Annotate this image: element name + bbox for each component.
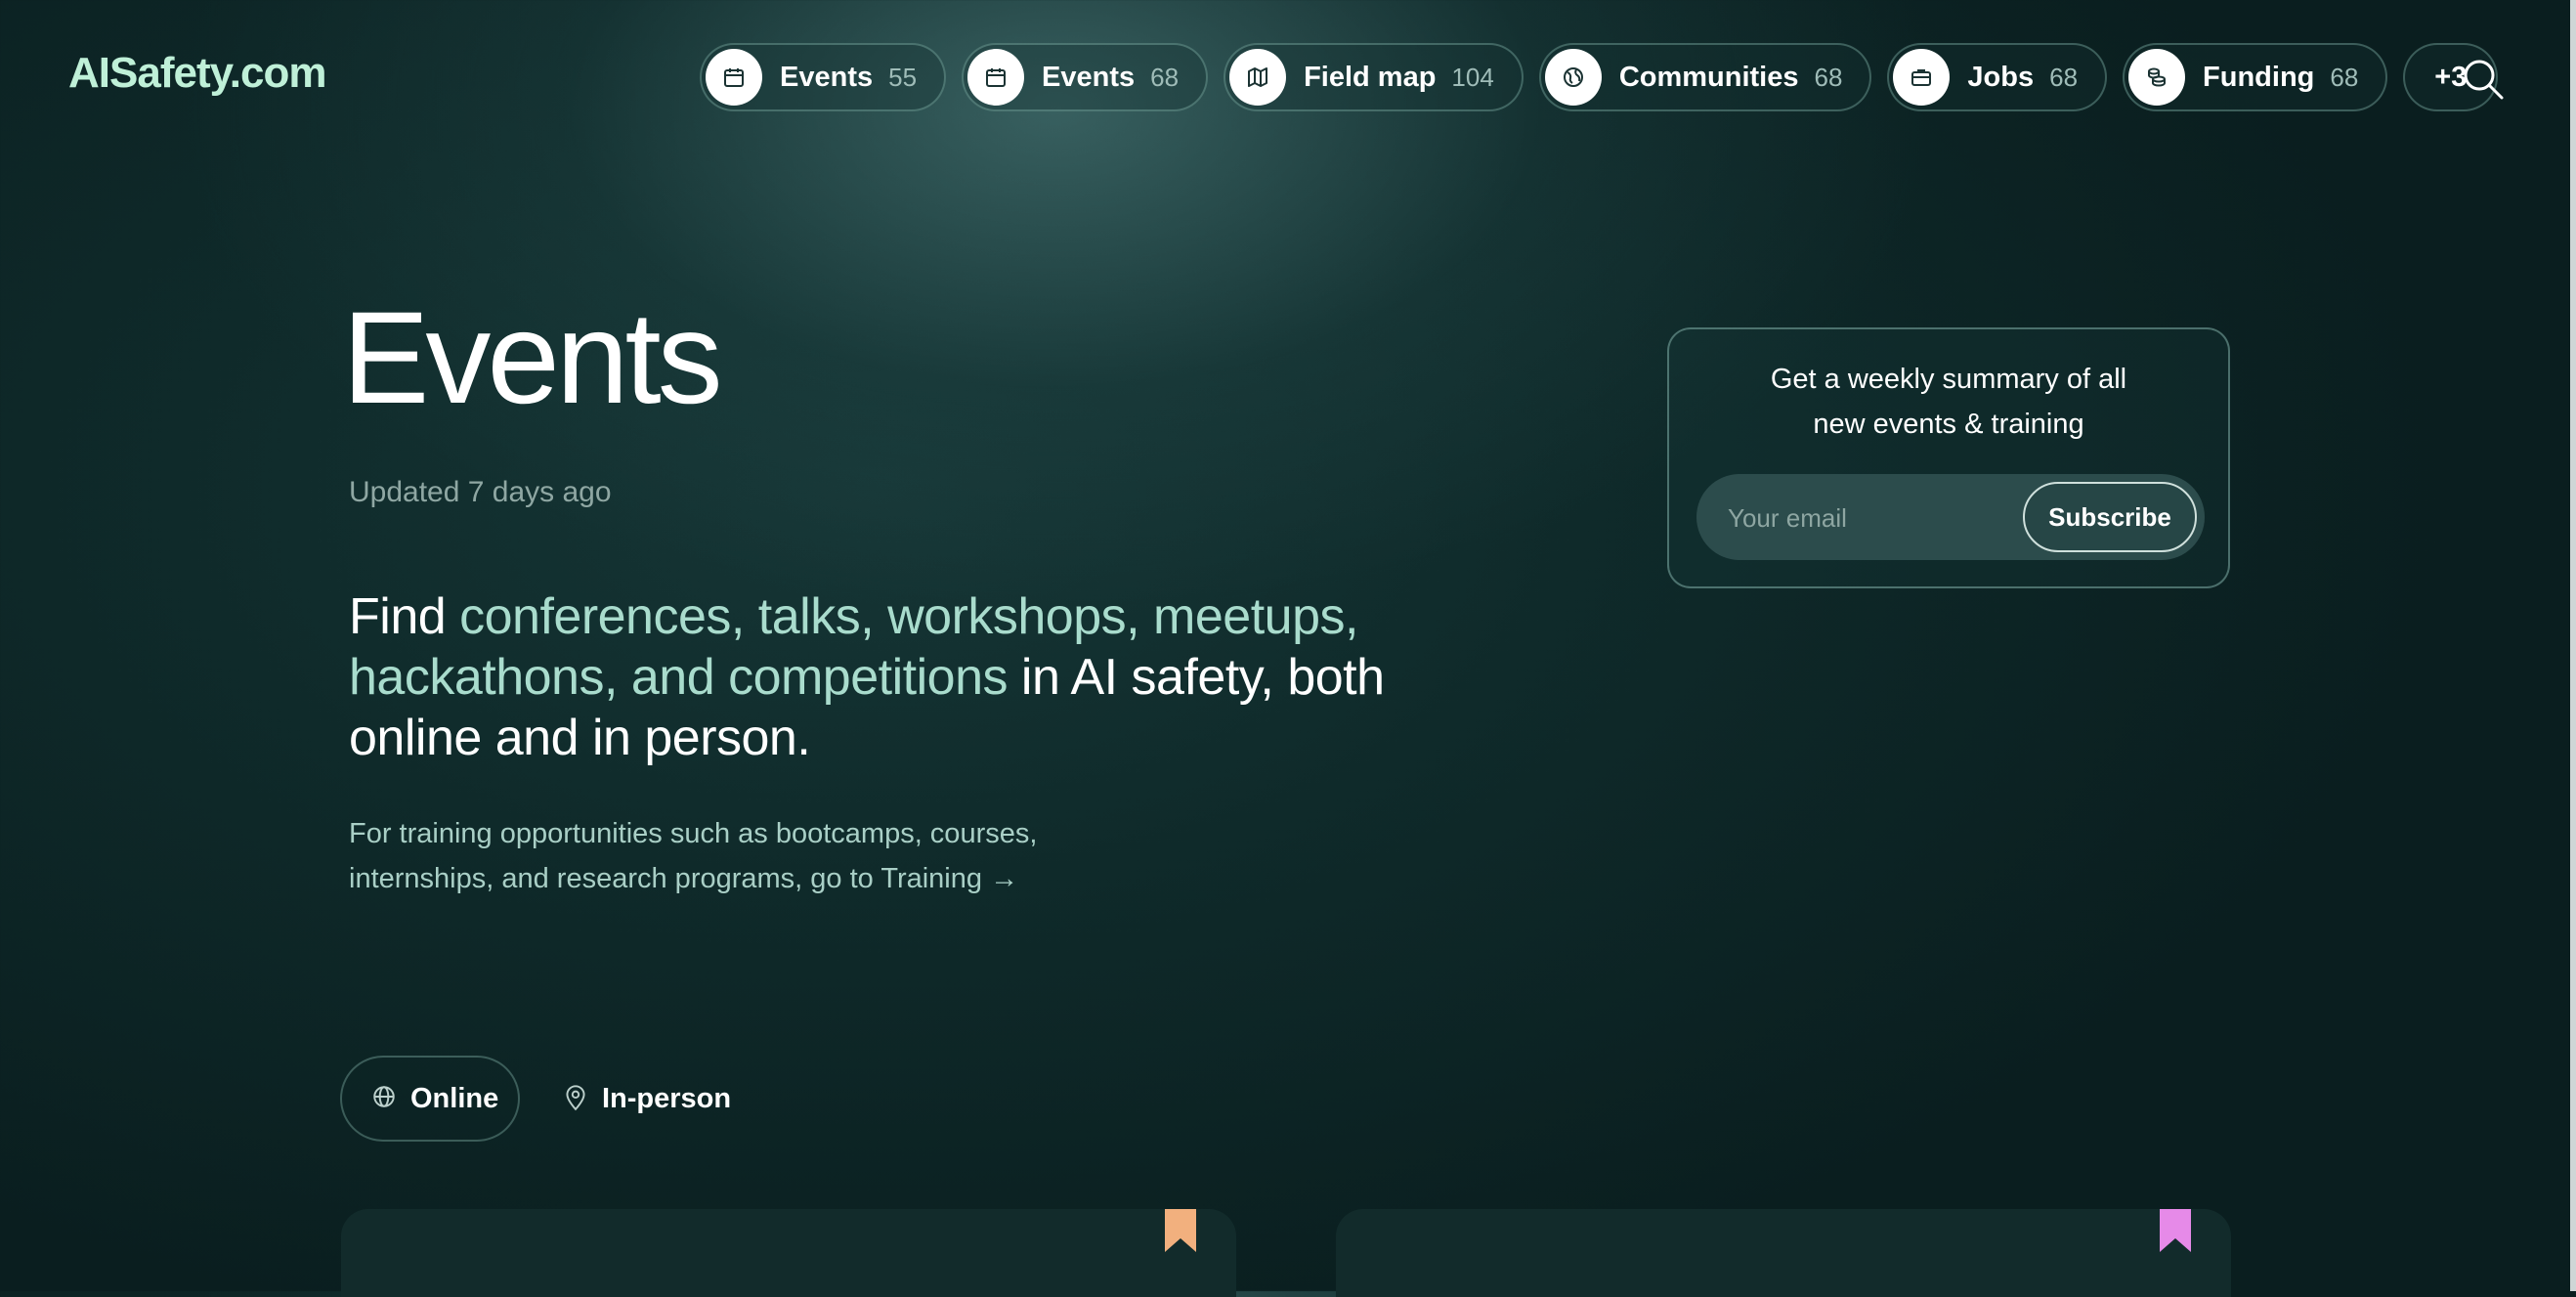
search-icon[interactable] xyxy=(2461,57,2506,102)
nav-item-events-2[interactable]: Events 68 xyxy=(962,43,1209,111)
subscribe-button[interactable]: Subscribe xyxy=(2023,482,2197,552)
event-card[interactable] xyxy=(341,1209,1236,1297)
subscribe-text: Get a weekly summary of all new events &… xyxy=(1669,357,2228,447)
globe-icon xyxy=(371,1084,397,1114)
nav-count: 68 xyxy=(1814,62,1843,92)
map-icon xyxy=(1229,49,1287,106)
page-description: Find conferences, talks, workshops, meet… xyxy=(349,586,1404,768)
calendar-icon xyxy=(706,49,762,106)
top-nav: Events 55 Events 68 Field map 104 Commun… xyxy=(700,43,2499,113)
event-card[interactable] xyxy=(1336,1209,2231,1297)
nav-item-communities[interactable]: Communities 68 xyxy=(1538,43,1872,111)
nav-count: 68 xyxy=(2049,62,2079,92)
nav-item-jobs[interactable]: Jobs 68 xyxy=(1887,43,2108,111)
nav-count: 104 xyxy=(1451,62,1494,92)
globe-icon xyxy=(1544,49,1602,106)
email-field-wrapper: Subscribe xyxy=(1696,474,2205,562)
page-title: Events xyxy=(342,285,723,431)
bookmark-icon[interactable] xyxy=(1165,1209,1196,1252)
nav-item-funding[interactable]: Funding 68 xyxy=(2123,43,2388,111)
lead-text-start: Find xyxy=(349,588,460,645)
nav-label: Field map xyxy=(1304,61,1437,93)
location-pin-icon xyxy=(563,1082,588,1116)
email-input[interactable] xyxy=(1726,474,2023,562)
nav-item-field-map[interactable]: Field map 104 xyxy=(1224,43,1524,111)
nav-label: Funding xyxy=(2203,61,2315,93)
subscribe-line-2: new events & training xyxy=(1813,409,2084,440)
nav-label: Events xyxy=(1042,61,1136,93)
updated-timestamp: Updated 7 days ago xyxy=(349,476,612,508)
coins-icon xyxy=(2128,49,2186,106)
briefcase-icon xyxy=(1893,49,1951,106)
filter-in-person-label: In-person xyxy=(602,1082,732,1114)
filter-online-label: Online xyxy=(410,1082,499,1114)
subscribe-card: Get a weekly summary of all new events &… xyxy=(1667,327,2230,588)
nav-count: 68 xyxy=(1150,62,1180,92)
filter-online-button[interactable]: Online xyxy=(340,1056,520,1142)
nav-count: 55 xyxy=(888,62,918,92)
site-logo[interactable]: AISafety.com xyxy=(68,49,326,98)
nav-count: 68 xyxy=(2330,62,2359,92)
nav-label: Events xyxy=(780,61,874,93)
nav-label: Jobs xyxy=(1967,61,2035,93)
calendar-icon xyxy=(967,49,1025,106)
nav-item-events-1[interactable]: Events 55 xyxy=(700,43,947,111)
nav-label: Communities xyxy=(1618,61,1799,93)
window-edge xyxy=(2570,0,2576,1291)
subscribe-line-1: Get a weekly summary of all xyxy=(1770,364,2127,395)
training-link[interactable]: For training opportunities such as bootc… xyxy=(349,811,1092,901)
bookmark-icon[interactable] xyxy=(2160,1209,2191,1252)
filter-in-person-button[interactable]: In-person xyxy=(563,1056,731,1142)
